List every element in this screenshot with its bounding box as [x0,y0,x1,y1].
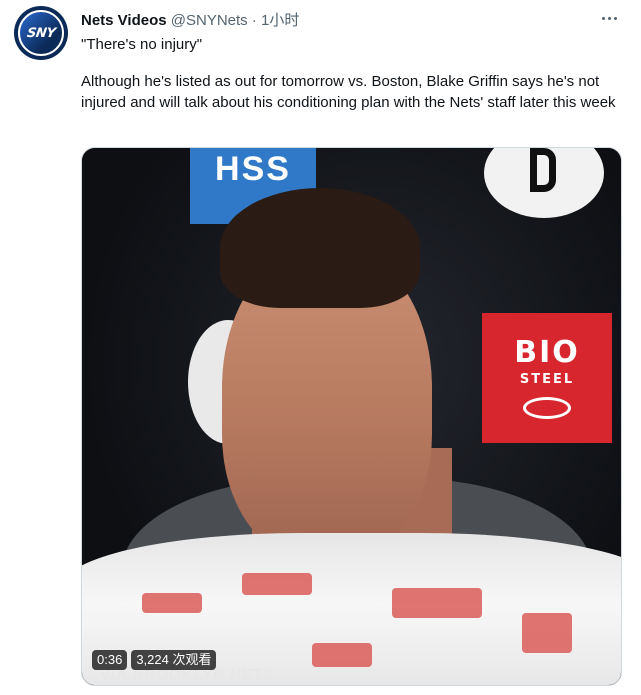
separator-dot: · [251,12,257,29]
biosteel-bio-text: BIO [514,335,580,370]
video-view-count: 3,224 次观看 [131,650,217,670]
tweet-body: Although he's listed as out for tomorrow… [81,73,616,111]
more-options-icon[interactable] [597,8,621,28]
nets-logo-b-shape [530,148,556,192]
biosteel-swoosh-icon [523,397,571,419]
more-dot [601,16,605,20]
biosteel-sponsor-board: BIO STEEL [482,313,612,443]
avatar-logo-text: SNY [25,25,57,41]
towel-pattern [312,643,372,667]
tweet-quote-line: "There's no injury" [81,36,203,53]
tweet-header: Nets Videos @SNYNets · 1小时 [81,9,299,29]
towel-pattern [392,588,482,618]
avatar[interactable]: SNY [14,6,68,60]
hss-text: HSS [215,150,291,188]
display-name[interactable]: Nets Videos [81,12,167,29]
user-handle[interactable]: @SNYNets [171,12,248,29]
towel-pattern [242,573,312,595]
video-player[interactable]: HSS BIO STEEL VIA BROOKLYN NETS 0:36 3,2… [81,147,622,686]
biosteel-steel-text: STEEL [519,372,575,387]
video-info-overlay: 0:36 3,224 次观看 [92,649,217,671]
video-duration: 0:36 [92,650,128,670]
more-dot [613,16,617,20]
towel-pattern [522,613,572,653]
towel-pattern [142,593,202,613]
tweet-card[interactable]: SNY Nets Videos @SNYNets · 1小时 "There's … [0,0,641,695]
player-hair [220,188,420,308]
timestamp[interactable]: 1小时 [261,12,299,29]
more-dot [607,16,611,20]
